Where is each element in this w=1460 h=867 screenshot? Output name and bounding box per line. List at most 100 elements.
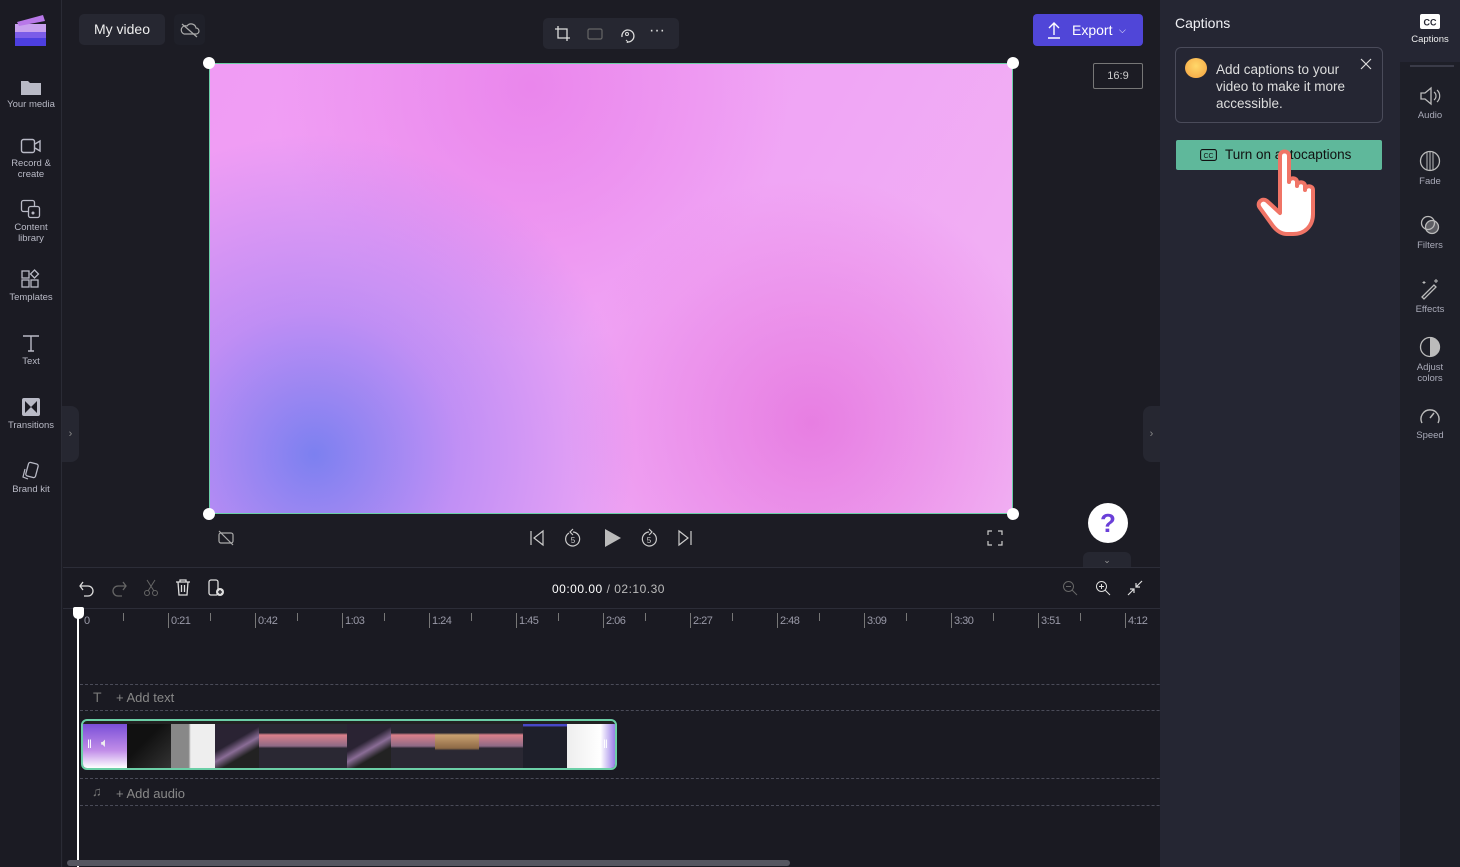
ruler-label: 1:45 [519, 615, 539, 627]
folder-icon [21, 81, 41, 95]
crop-icon[interactable] [554, 25, 572, 43]
text-track-icon: T [93, 689, 102, 705]
total-time: / 02:10.30 [606, 582, 665, 596]
rail-item-fade[interactable]: Fade [1400, 150, 1460, 187]
brand-kit-icon [22, 461, 39, 480]
svg-text:CC: CC [1424, 18, 1437, 28]
undo-icon[interactable] [79, 579, 95, 597]
ruler-tick [690, 613, 691, 628]
speaker-icon [1420, 86, 1441, 106]
rail-item-speed[interactable]: Speed [1400, 406, 1460, 441]
content-library-icon [20, 199, 41, 219]
video-clip[interactable]: ‖ 🔈︎ ‖ [81, 719, 617, 770]
timeline [63, 567, 1160, 867]
sidebar-item-content-library[interactable]: Content library [0, 199, 62, 244]
ruler-label: 3:30 [954, 615, 974, 627]
camera-icon [20, 138, 41, 154]
sidebar-item-transitions[interactable]: Transitions [0, 397, 62, 431]
music-note-icon: ♫ [92, 784, 102, 799]
upload-icon [1048, 22, 1060, 39]
captions-panel: Captions Add captions to your video to m… [1160, 0, 1400, 867]
add-audio-button[interactable]: + Add audio [116, 786, 185, 801]
ruler-tick [429, 613, 430, 628]
cut-icon[interactable] [143, 579, 159, 597]
forward-5-icon[interactable]: 5 [639, 528, 659, 548]
more-options-icon[interactable]: ··· [649, 22, 665, 40]
captions-off-icon[interactable] [217, 529, 235, 547]
rail-item-filters[interactable]: Filters [1400, 214, 1460, 251]
ruler-tick [777, 613, 778, 628]
svg-text:CC: CC [1203, 153, 1213, 160]
clipchamp-logo [15, 14, 46, 46]
ruler-minor-tick [297, 613, 298, 621]
magic-wand-icon [1421, 279, 1438, 300]
sidebar-item-text[interactable]: Text [0, 333, 62, 367]
playhead[interactable] [77, 614, 79, 867]
video-preview[interactable] [209, 63, 1013, 514]
ruler-label: 2:06 [606, 615, 626, 627]
horizontal-scrollbar[interactable] [67, 860, 790, 866]
svg-text:5: 5 [571, 536, 576, 545]
ruler-tick [1125, 613, 1126, 628]
fit-timeline-icon[interactable] [1127, 580, 1143, 596]
ruler-minor-tick [384, 613, 385, 621]
expand-left-panel-button[interactable]: › [62, 406, 79, 462]
cloud-sync-off-icon[interactable] [174, 14, 205, 45]
hand-cursor-icon [1256, 149, 1315, 236]
rail-item-effects[interactable]: Effects [1400, 278, 1460, 315]
resize-handle[interactable] [1007, 508, 1019, 520]
ruler-minor-tick [993, 613, 994, 621]
filters-icon [1420, 215, 1440, 235]
export-button[interactable]: Export ⌵ [1033, 14, 1143, 46]
close-icon[interactable] [1360, 58, 1372, 70]
ruler-minor-tick [1080, 613, 1081, 621]
ruler-label: 1:24 [432, 615, 452, 627]
trim-handle-right[interactable]: ‖ [603, 737, 608, 751]
zoom-in-icon[interactable] [1095, 580, 1111, 596]
ruler-minor-tick [123, 613, 124, 621]
project-title[interactable]: My video [79, 14, 165, 45]
trim-handle-left[interactable]: ‖ [87, 737, 92, 751]
contrast-icon [1419, 336, 1441, 358]
zoom-out-icon[interactable] [1062, 580, 1078, 596]
tip-text: Add captions to your video to make it mo… [1216, 62, 1346, 111]
play-icon[interactable] [603, 527, 623, 549]
rewind-5-icon[interactable]: 5 [563, 528, 583, 548]
add-to-timeline-icon[interactable] [207, 579, 225, 597]
add-text-button[interactable]: + Add text [116, 690, 174, 705]
rotate-icon[interactable] [618, 25, 636, 43]
resize-handle[interactable] [203, 57, 215, 69]
skip-forward-icon[interactable] [676, 529, 694, 547]
resize-handle[interactable] [203, 508, 215, 520]
sidebar-item-record-create[interactable]: Record & create [0, 137, 62, 180]
property-rail: CC Captions Audio Fade Filters Effects Ad… [1400, 0, 1460, 867]
ruler-minor-tick [732, 613, 733, 621]
rail-item-captions[interactable]: CC Captions [1400, 13, 1460, 45]
playhead-handle[interactable] [73, 607, 84, 619]
ruler-label: 0:42 [258, 615, 278, 627]
help-button[interactable]: ? [1088, 503, 1128, 543]
left-sidebar: Your media Record & create Content library… [0, 0, 62, 867]
fit-icon[interactable] [586, 25, 604, 43]
cc-icon: CC [1420, 14, 1440, 29]
fullscreen-icon[interactable] [987, 530, 1003, 546]
ruler-label: 0 [84, 615, 90, 627]
text-icon [23, 335, 39, 352]
rail-item-audio[interactable]: Audio [1400, 86, 1460, 121]
expand-right-panel-button[interactable]: › [1143, 406, 1160, 462]
delete-icon[interactable] [175, 579, 191, 597]
resize-handle[interactable] [1007, 57, 1019, 69]
redo-icon[interactable] [111, 579, 127, 597]
collapse-timeline-button[interactable]: ⌄ [1083, 552, 1131, 568]
skip-back-icon[interactable] [528, 529, 546, 547]
rail-item-adjust-colors[interactable]: Adjust colors [1400, 336, 1460, 384]
sidebar-item-templates[interactable]: Templates [0, 269, 62, 303]
cc-icon: CC [1200, 149, 1217, 161]
transitions-icon [22, 398, 40, 416]
emoji-icon [1185, 58, 1207, 78]
speaker-icon[interactable]: 🔈︎ [101, 735, 109, 751]
sidebar-item-brand-kit[interactable]: Brand kit [0, 461, 62, 495]
ruler-label: 3:51 [1041, 615, 1061, 627]
aspect-ratio-button[interactable]: 16:9 [1093, 63, 1143, 89]
sidebar-item-your-media[interactable]: Your media [0, 78, 62, 110]
